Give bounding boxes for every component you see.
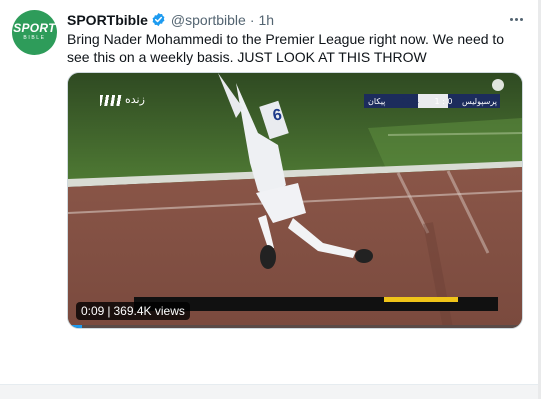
broadcast-live-label: زنده	[100, 93, 145, 106]
tweet-header: SPORTbible @sportbible · 1h	[67, 11, 274, 28]
video-elapsed-time: 0:09	[81, 304, 105, 318]
more-options-icon[interactable]	[506, 11, 526, 27]
author-name[interactable]: SPORTbible	[67, 12, 148, 28]
header-separator: ·	[249, 11, 255, 28]
video-frame	[68, 73, 522, 328]
avatar-logo-line2: BIBLE	[23, 35, 46, 41]
scoreboard-clock: 00:4	[400, 96, 419, 106]
video-progress-fill	[68, 325, 82, 328]
video-stats-separator: |	[107, 304, 111, 318]
avatar[interactable]: SPORT BIBLE	[12, 10, 57, 55]
video-view-count: 369.4K views	[113, 304, 185, 318]
avatar-logo-line1: SPORT	[13, 21, 56, 35]
video-player[interactable]: زنده پیکان 00:4 1 : 0 پرسپولیس 6	[67, 72, 523, 329]
scoreboard: پیکان 00:4 1 : 0 پرسپولیس	[365, 94, 500, 108]
scoreboard-away: پیکان	[368, 96, 386, 106]
timeline-divider	[0, 384, 541, 399]
video-stats: 0:09 | 369.4K views	[76, 302, 190, 320]
author-handle[interactable]: @sportbible	[171, 12, 246, 28]
scoreboard-score: 1 : 0	[434, 96, 453, 106]
tweet-text: Bring Nader Mohammedi to the Premier Lea…	[67, 31, 505, 65]
tweet-timestamp[interactable]: 1h	[259, 12, 275, 28]
verified-badge-icon	[151, 12, 166, 27]
tweet-card[interactable]: SPORT BIBLE SPORTbible @sportbible · 1h …	[0, 0, 541, 384]
scoreboard-home: پرسپولیس	[462, 96, 497, 106]
